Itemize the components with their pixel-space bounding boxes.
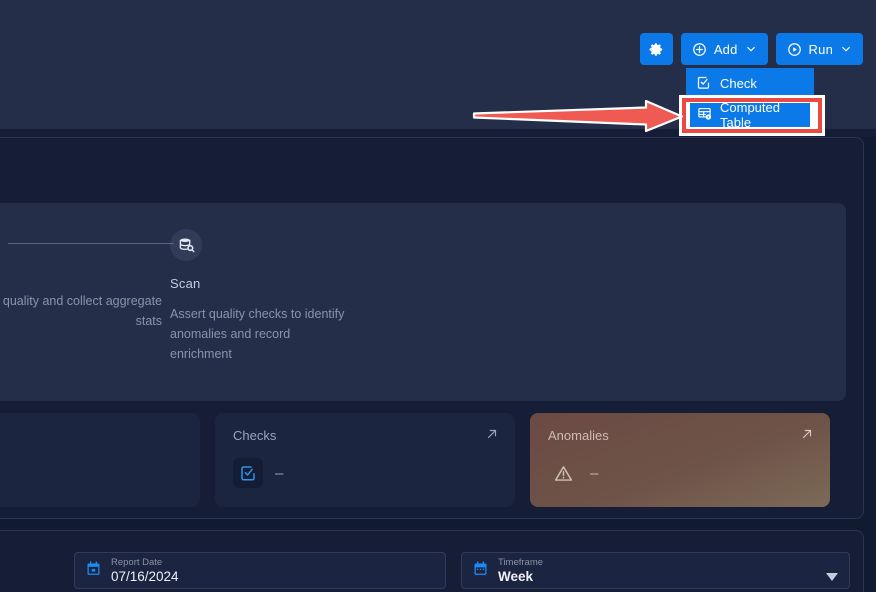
filter-panel: Report Date 07/16/2024 Timeframe Week: [0, 530, 864, 592]
pipeline-step-description-previous: n data values to infer quality and colle…: [0, 294, 162, 328]
card-title: Anomalies: [548, 428, 609, 443]
plus-circle-icon: [692, 42, 707, 57]
metric-value: –: [590, 464, 599, 482]
menu-item-label: Computed Table: [720, 100, 780, 130]
table-gear-icon: [697, 106, 712, 124]
metric-cards-row: Checks – Anomalies –: [0, 413, 830, 507]
pipeline-step-scan[interactable]: Scan Assert quality checks to identify a…: [170, 229, 346, 364]
chevron-down-icon[interactable]: [840, 43, 852, 55]
field-value: 07/16/2024: [111, 568, 179, 584]
caret-down-icon[interactable]: [826, 568, 838, 586]
app-root: Scan Assert quality checks to identify a…: [0, 0, 876, 592]
add-button-label: Add: [713, 41, 738, 57]
timeframe-field[interactable]: Timeframe Week: [461, 552, 850, 589]
field-label: Timeframe: [498, 556, 544, 568]
warning-triangle-icon: [548, 458, 578, 488]
arrow-up-right-icon[interactable]: [800, 427, 814, 441]
calendar-icon: [472, 560, 489, 582]
menu-item-computed-table[interactable]: Computed Table: [690, 100, 810, 130]
run-button[interactable]: Run: [775, 33, 863, 65]
card-body: –: [233, 458, 283, 488]
pipeline-step-description: Assert quality checks to identify anomal…: [170, 307, 345, 361]
field-texts: Report Date 07/16/2024: [111, 557, 179, 585]
metric-card-checks[interactable]: Checks –: [215, 413, 515, 507]
check-square-icon: [233, 458, 263, 488]
pipeline-step-title: Scan: [170, 276, 201, 291]
metric-value: –: [275, 464, 284, 482]
run-button-label: Run: [808, 41, 833, 57]
pipeline-connector-line: [8, 243, 174, 244]
field-label: Report Date: [111, 556, 163, 568]
add-button[interactable]: Add: [680, 33, 768, 65]
menu-item-label: Check: [720, 76, 757, 91]
settings-button[interactable]: [639, 33, 673, 65]
arrow-up-right-icon[interactable]: [485, 427, 499, 441]
field-value: Week: [498, 568, 534, 584]
metric-card-partial[interactable]: [0, 413, 200, 507]
chevron-down-icon[interactable]: [745, 43, 757, 55]
toolbar: Add Run: [639, 33, 863, 65]
card-body: –: [548, 458, 598, 488]
check-square-icon: [696, 75, 711, 93]
metric-card-anomalies[interactable]: Anomalies –: [530, 413, 830, 507]
play-circle-icon: [787, 42, 802, 57]
report-date-field[interactable]: Report Date 07/16/2024: [74, 552, 446, 589]
calendar-icon: [85, 560, 102, 582]
database-search-icon: [170, 229, 202, 261]
gear-icon: [649, 42, 664, 57]
card-title: Checks: [233, 428, 277, 443]
field-texts: Timeframe Week: [498, 557, 543, 585]
